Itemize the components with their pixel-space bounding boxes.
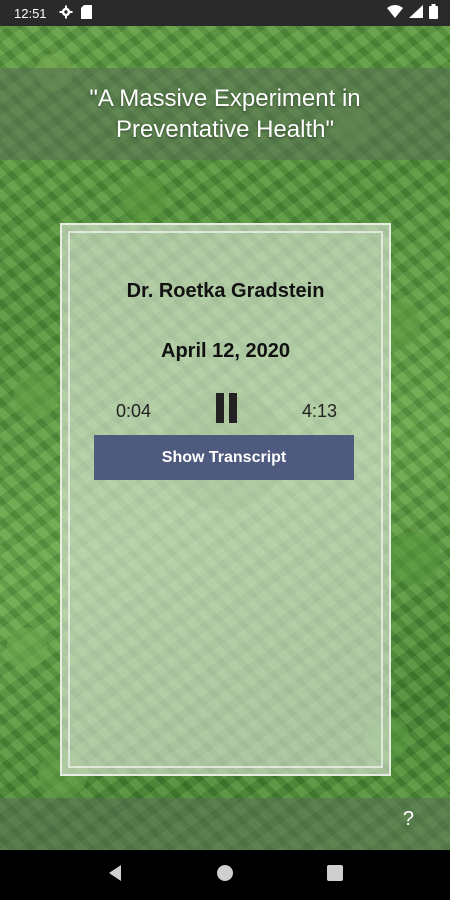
pause-icon (216, 393, 224, 423)
back-button[interactable] (95, 855, 135, 895)
page-title: "A Massive Experiment in Preventative He… (89, 85, 361, 143)
pause-icon-bar (229, 393, 237, 423)
wifi-icon (387, 5, 403, 21)
signal-icon (409, 5, 423, 21)
status-left-icons (59, 4, 92, 22)
total-duration: 4:13 (301, 401, 337, 421)
speaker-name: Dr. Roetka Gradstein (126, 280, 325, 302)
home-icon (216, 864, 234, 887)
sd-card-icon (80, 4, 92, 22)
help-button[interactable]: ? (403, 808, 414, 831)
gear-icon (59, 5, 73, 22)
home-button[interactable] (205, 855, 245, 895)
bottom-bar: ? (0, 798, 450, 850)
recents-button[interactable] (315, 855, 355, 895)
audio-player-card: Dr. Roetka Gradstein April 12, 2020 0:04… (60, 223, 391, 776)
back-icon (107, 864, 123, 887)
title-banner: "A Massive Experiment in Preventative He… (0, 68, 450, 160)
card-inner-border (68, 231, 383, 768)
pause-button[interactable] (216, 393, 240, 423)
elapsed-time: 0:04 (116, 401, 152, 421)
show-transcript-button[interactable]: Show Transcript (94, 435, 354, 480)
status-bar: 12:51 (0, 0, 450, 26)
app-screen: 12:51 "A Massive Experiment in Preventat… (0, 0, 450, 900)
status-time: 12:51 (14, 5, 47, 21)
status-right-icons (387, 4, 438, 22)
recents-icon (327, 864, 343, 886)
battery-icon (429, 4, 438, 22)
recording-date: April 12, 2020 (161, 340, 290, 362)
system-nav-bar (0, 850, 450, 900)
